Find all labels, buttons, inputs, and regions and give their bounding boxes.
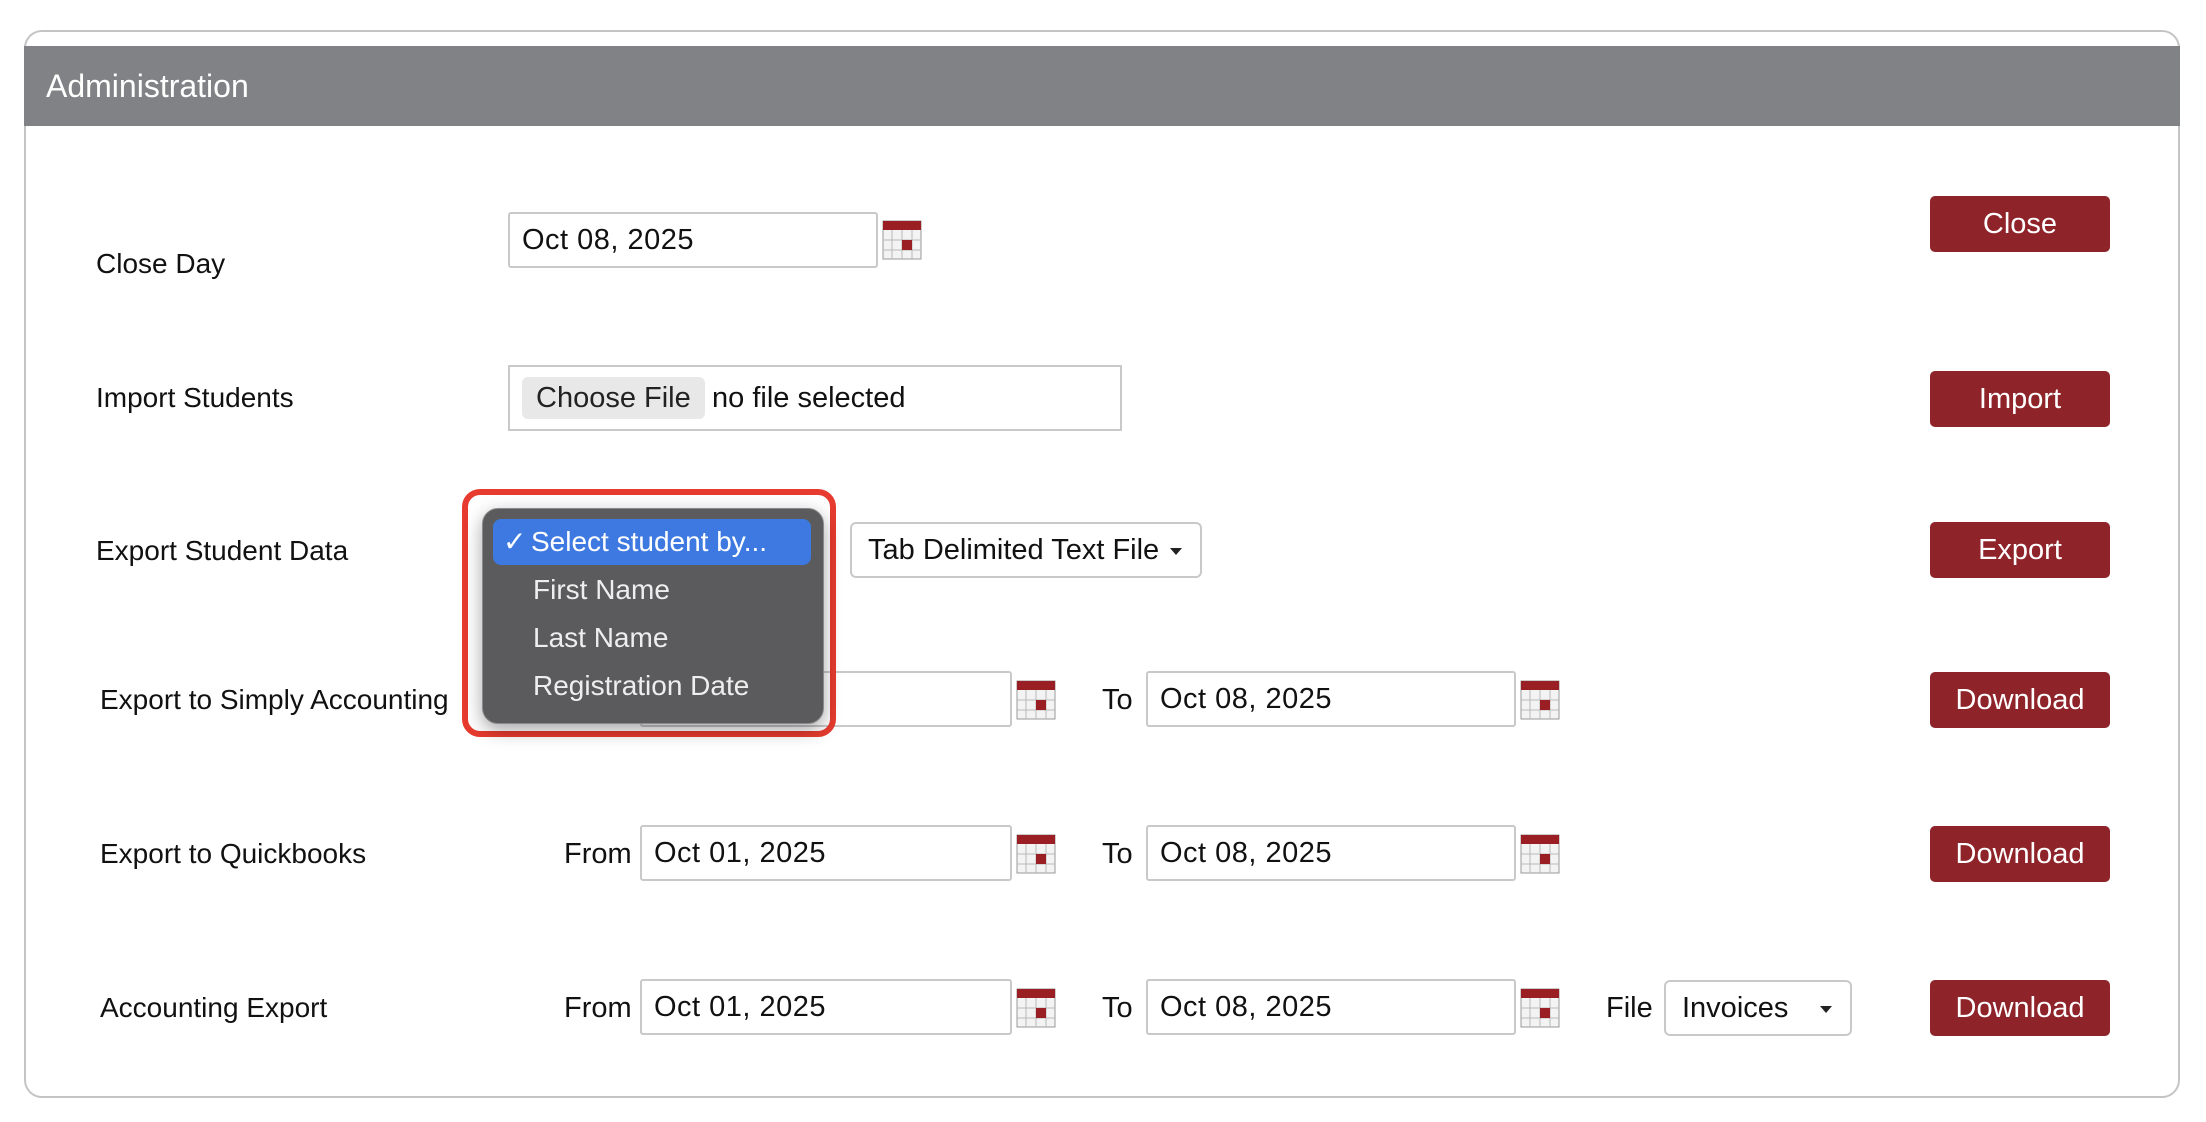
accounting-to-label: To <box>1102 992 1133 1024</box>
export-format-select[interactable]: Tab Delimited Text File <box>850 522 1202 578</box>
import-students-label: Import Students <box>96 382 294 413</box>
file-type-select[interactable]: Invoices <box>1664 980 1852 1036</box>
export-button[interactable]: Export <box>1930 522 2110 578</box>
calendar-icon[interactable] <box>1520 834 1560 874</box>
panel-title: Administration <box>24 46 2180 126</box>
calendar-icon[interactable] <box>882 220 922 260</box>
dropdown-option-first-name[interactable]: First Name <box>493 567 811 613</box>
calendar-icon[interactable] <box>1520 988 1560 1028</box>
accounting-download-button[interactable]: Download <box>1930 980 2110 1036</box>
simply-to-label: To <box>1102 684 1133 716</box>
chevron-down-icon <box>1820 1006 1832 1013</box>
simply-to-date-input[interactable]: Oct 08, 2025 <box>1146 671 1516 727</box>
select-student-dropdown[interactable]: ✓ Select student by... First Name Last Na… <box>482 508 824 724</box>
chevron-down-icon <box>1170 548 1182 555</box>
file-type-value: Invoices <box>1682 992 1789 1024</box>
accounting-to-date-input[interactable]: Oct 08, 2025 <box>1146 979 1516 1035</box>
dropdown-option-registration-date[interactable]: Registration Date <box>493 663 811 709</box>
calendar-icon[interactable] <box>1016 988 1056 1028</box>
quickbooks-to-date-input[interactable]: Oct 08, 2025 <box>1146 825 1516 881</box>
dropdown-option-select-student[interactable]: ✓ Select student by... <box>493 519 811 565</box>
quickbooks-to-label: To <box>1102 838 1133 870</box>
close-button[interactable]: Close <box>1930 196 2110 252</box>
export-format-value: Tab Delimited Text File <box>868 534 1160 566</box>
accounting-export-label: Accounting Export <box>100 992 328 1023</box>
checkmark-icon: ✓ <box>503 526 527 557</box>
simply-accounting-label: Export to Simply Accounting <box>100 684 449 715</box>
quickbooks-download-button[interactable]: Download <box>1930 826 2110 882</box>
calendar-icon[interactable] <box>1016 834 1056 874</box>
simply-download-button[interactable]: Download <box>1930 672 2110 728</box>
calendar-icon[interactable] <box>1016 680 1056 720</box>
quickbooks-label: Export to Quickbooks <box>100 838 367 869</box>
close-day-date-input[interactable]: Oct 08, 2025 <box>508 212 878 268</box>
calendar-icon[interactable] <box>1520 680 1560 720</box>
export-student-data-label: Export Student Data <box>96 535 349 566</box>
accounting-from-date-input[interactable]: Oct 01, 2025 <box>640 979 1012 1035</box>
quickbooks-from-label: From <box>564 838 632 870</box>
close-day-label: Close Day <box>96 248 226 279</box>
choose-file-button[interactable]: Choose File <box>522 377 705 419</box>
import-button[interactable]: Import <box>1930 371 2110 427</box>
accounting-from-label: From <box>564 992 632 1024</box>
file-input[interactable]: Choose File no file selected <box>508 365 1122 431</box>
file-type-label: File <box>1606 992 1653 1024</box>
file-status-text: no file selected <box>712 382 906 414</box>
quickbooks-from-date-input[interactable]: Oct 01, 2025 <box>640 825 1012 881</box>
dropdown-option-last-name[interactable]: Last Name <box>493 615 811 661</box>
